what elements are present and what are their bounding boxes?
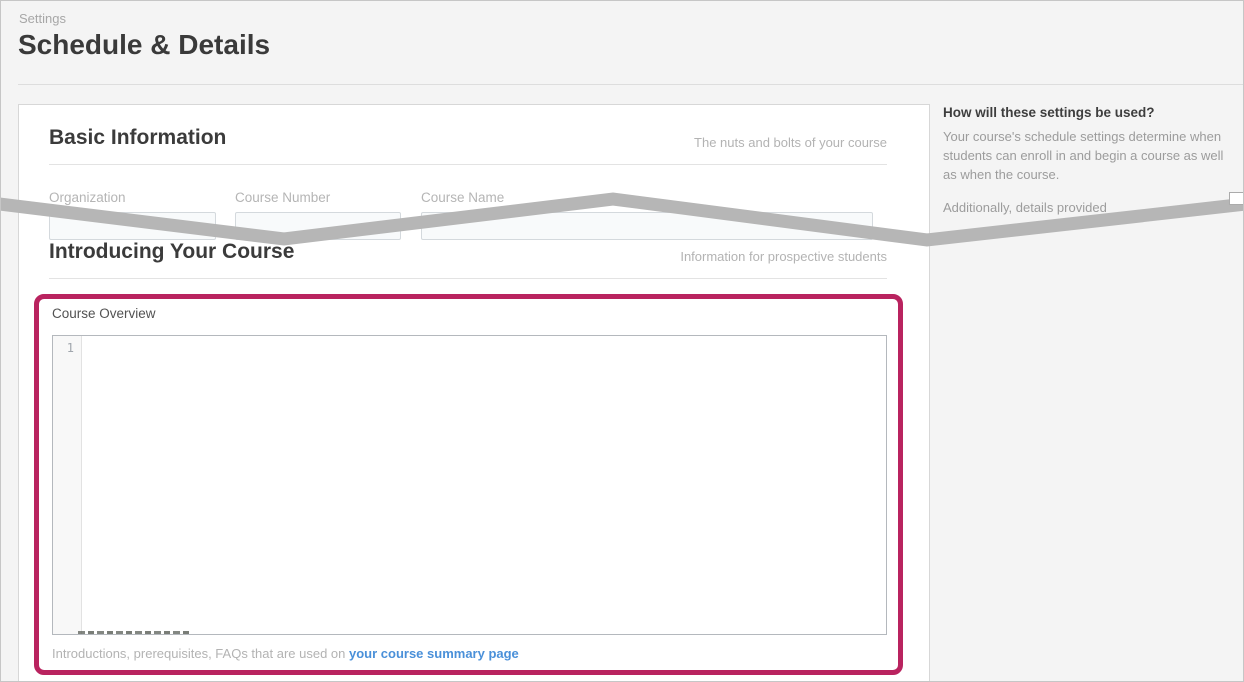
course-summary-page-link[interactable]: your course summary page xyxy=(349,646,519,661)
section-title-introducing-your-course: Introducing Your Course xyxy=(49,240,294,264)
course-number-label: Course Number xyxy=(235,190,330,205)
organization-input[interactable] xyxy=(49,212,216,240)
section-title-basic-information: Basic Information xyxy=(49,126,226,150)
section-divider xyxy=(49,164,887,165)
screen-edge-square-artifact xyxy=(1229,192,1244,205)
course-name-input[interactable] xyxy=(421,212,873,240)
overview-helper-prefix: Introductions, prerequisites, FAQs that … xyxy=(52,646,349,661)
course-overview-label: Course Overview xyxy=(52,306,156,321)
sidebar-text-line: Additionally, details provided xyxy=(943,198,1107,217)
settings-page: Settings Schedule & Details Basic Inform… xyxy=(0,0,1244,682)
course-number-input[interactable] xyxy=(235,212,401,240)
section-subtitle-introducing-your-course: Information for prospective students xyxy=(680,249,887,264)
breadcrumb: Settings xyxy=(19,11,66,26)
sidebar-paragraph: Your course's schedule settings determin… xyxy=(943,127,1223,184)
course-name-label: Course Name xyxy=(421,190,504,205)
overview-helper-text: Introductions, prerequisites, FAQs that … xyxy=(52,646,519,661)
organization-label: Organization xyxy=(49,190,126,205)
sidebar-paragraph-truncated: Additionally, details provided xyxy=(943,198,1107,217)
section-subtitle-basic-information: The nuts and bolts of your course xyxy=(694,135,887,150)
sidebar-text-line: as when the course. xyxy=(943,165,1223,184)
sidebar-text-line: students can enroll in and begin a cours… xyxy=(943,146,1223,165)
course-overview-editor[interactable]: 1 xyxy=(52,335,887,635)
header-divider xyxy=(18,84,1243,85)
editor-line-number-gutter: 1 xyxy=(53,336,82,634)
page-title: Schedule & Details xyxy=(18,29,270,61)
clipped-text-artifact xyxy=(78,631,190,634)
sidebar-text-line: Your course's schedule settings determin… xyxy=(943,127,1223,146)
settings-card: Basic Information The nuts and bolts of … xyxy=(18,104,930,682)
section-divider xyxy=(49,278,887,279)
line-number: 1 xyxy=(67,341,74,355)
sidebar-heading: How will these settings be used? xyxy=(943,105,1155,120)
annotation-highlight-box: Course Overview 1 Introductions, prerequ… xyxy=(34,294,903,675)
